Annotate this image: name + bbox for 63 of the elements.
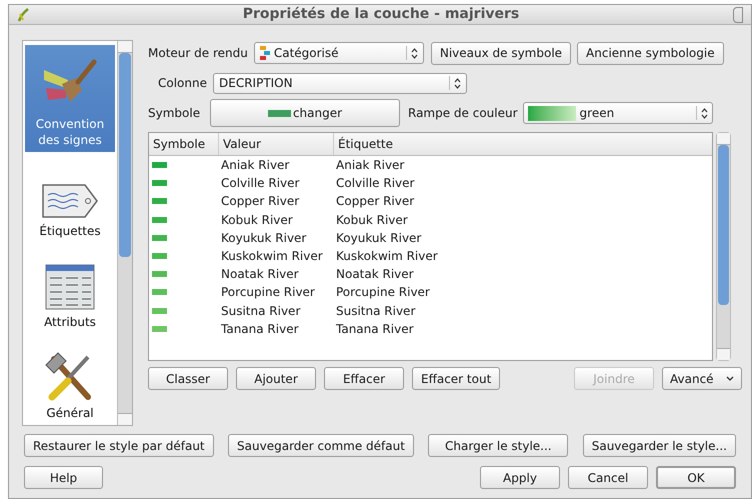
symbol-label: Symbole (148, 105, 202, 122)
sidebar-item[interactable]: Étiquettes (25, 152, 115, 243)
table-cell: Copper River (221, 194, 300, 208)
spinner-arrows-icon (696, 106, 708, 120)
table-icon (45, 264, 95, 310)
table-action-button[interactable]: Effacer (324, 367, 404, 390)
chevron-down-icon (726, 376, 734, 382)
table-cell: Tanana River (336, 322, 414, 336)
table-action-button[interactable]: Classer (148, 367, 228, 390)
table-cell: Susitna River (336, 304, 416, 318)
renderer-option-button[interactable]: Niveaux de symbole (430, 42, 572, 64)
help-button[interactable]: Help (24, 466, 103, 489)
change-symbol-button[interactable]: changer (210, 99, 400, 127)
close-button-edge[interactable] (733, 6, 743, 22)
categorized-icon (260, 46, 270, 60)
dialog-button[interactable]: OK (656, 466, 736, 489)
sidebar-item[interactable]: Convention des signes (25, 45, 115, 152)
column-label: Colonne (158, 75, 207, 92)
style-button[interactable]: Restaurer le style par défaut (24, 434, 214, 457)
table-cell: Copper River (336, 194, 414, 208)
table-cell: Kuskokwim River (221, 249, 323, 264)
spinner-arrows-icon (406, 46, 418, 60)
color-ramp-label: Rampe de couleur (408, 105, 518, 122)
column-header[interactable]: Étiquette (334, 133, 712, 155)
table-cell: Noatak River (221, 267, 299, 282)
table-cell: Porcupine River (221, 285, 315, 300)
column-header[interactable]: Valeur (219, 133, 334, 155)
table-action-button[interactable]: Ajouter (236, 367, 316, 390)
sidebar-item[interactable]: Général (25, 334, 115, 425)
renderer-label: Moteur de rendu (148, 45, 248, 62)
dialog-button[interactable]: Cancel (568, 466, 648, 489)
table-action-button[interactable]: Effacer tout (412, 367, 500, 390)
label-tag-icon (41, 182, 99, 219)
style-button[interactable]: Sauvegarder le style... (582, 434, 736, 457)
table-cell: Kobuk River (221, 212, 293, 227)
renderer-option-button[interactable]: Ancienne symbologie (577, 42, 724, 64)
table-cell: Aniak River (336, 158, 404, 172)
style-button[interactable]: Charger le style... (428, 434, 568, 457)
table-cell: Noatak River (336, 267, 414, 282)
table-cell: Colville River (336, 176, 414, 190)
sidebar-item[interactable]: Attributs (25, 242, 115, 334)
style-button[interactable]: Sauvegarder comme défaut (228, 434, 414, 457)
table-cell: Porcupine River (336, 285, 430, 300)
sidebar-scrollbar[interactable] (117, 41, 132, 425)
table-scrollbar[interactable] (716, 132, 731, 361)
app-logo-icon (17, 8, 29, 22)
advanced-dropdown-button[interactable]: Avancé (662, 367, 742, 390)
color-ramp-dropdown[interactable]: green (522, 102, 713, 124)
table-cell: Kobuk River (336, 212, 408, 227)
table-cell: Aniak River (221, 158, 290, 172)
table-cell: Koyukuk River (336, 230, 422, 245)
dialog-button[interactable]: Apply (480, 466, 560, 489)
table-cell: Colville River (221, 176, 300, 190)
column-header[interactable]: Symbole (149, 133, 219, 155)
spinner-arrows-icon (449, 76, 461, 90)
table-cell: Tanana River (221, 322, 299, 336)
table-cell: Koyukuk River (221, 230, 306, 245)
table-cell: Kuskokwim River (336, 249, 438, 264)
renderer-dropdown[interactable]: Catégorisé (254, 42, 424, 64)
table-cell: Susitna River (221, 304, 300, 318)
color-ramp-swatch (528, 106, 576, 120)
window-title: Propriétés de la couche - majrivers (242, 5, 520, 24)
column-dropdown[interactable]: DECRIPTION (213, 72, 467, 94)
